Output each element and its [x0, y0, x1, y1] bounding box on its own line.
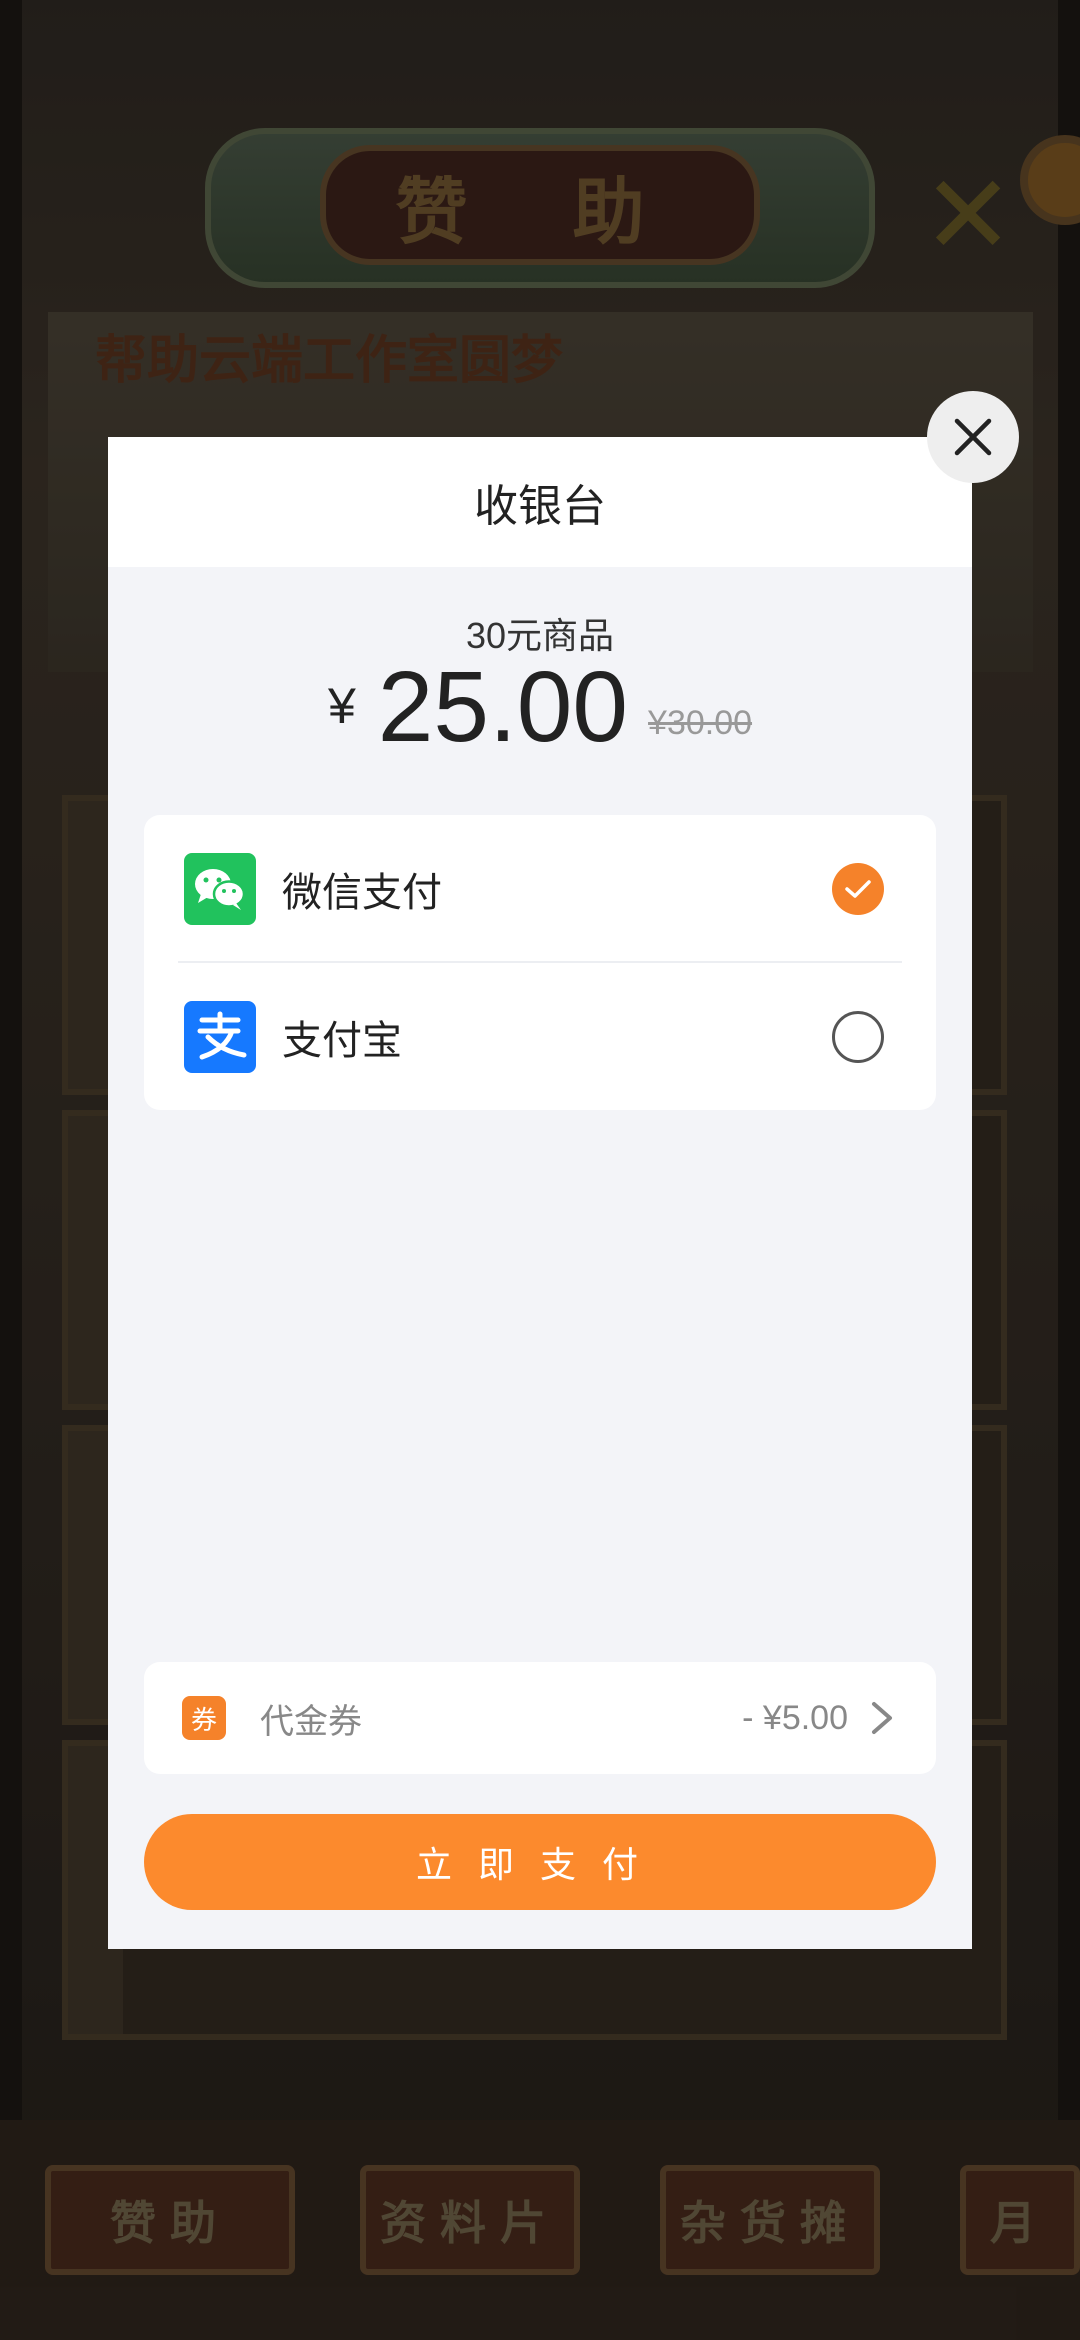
price-currency: ¥: [327, 678, 356, 734]
payment-option-label: 支付宝: [282, 1019, 402, 1063]
alipay-icon: [184, 1001, 256, 1073]
checkout-modal: 收银台 30元商品 ¥ 25.00 ¥30.00 微信支付 支付宝 券 代金券 …: [108, 437, 972, 1949]
payment-methods: 微信支付 支付宝: [144, 815, 936, 1110]
coupon-label: 代金券: [260, 1702, 362, 1741]
coupon-icon: 券: [182, 1696, 226, 1740]
close-button[interactable]: [927, 391, 1019, 483]
close-icon: [954, 418, 992, 456]
payment-option-alipay[interactable]: 支付宝: [144, 963, 936, 1111]
price-row: ¥ 25.00 ¥30.00: [108, 657, 972, 757]
radio-checked-icon[interactable]: [832, 863, 884, 915]
modal-header: 收银台: [108, 437, 972, 567]
payment-option-wechat[interactable]: 微信支付: [144, 815, 936, 963]
modal-title: 收银台: [474, 482, 606, 531]
pay-now-button[interactable]: 立即支付: [144, 1814, 936, 1910]
coupon-amount: - ¥5.00: [742, 1698, 848, 1737]
wechat-icon: [184, 853, 256, 925]
radio-unchecked-icon[interactable]: [832, 1011, 884, 1063]
chevron-right-icon: [872, 1702, 892, 1734]
coupon-row[interactable]: 券 代金券 - ¥5.00: [144, 1662, 936, 1774]
payment-option-label: 微信支付: [282, 871, 442, 915]
original-price: ¥30.00: [648, 704, 753, 742]
price-value: 25.00: [377, 651, 629, 763]
